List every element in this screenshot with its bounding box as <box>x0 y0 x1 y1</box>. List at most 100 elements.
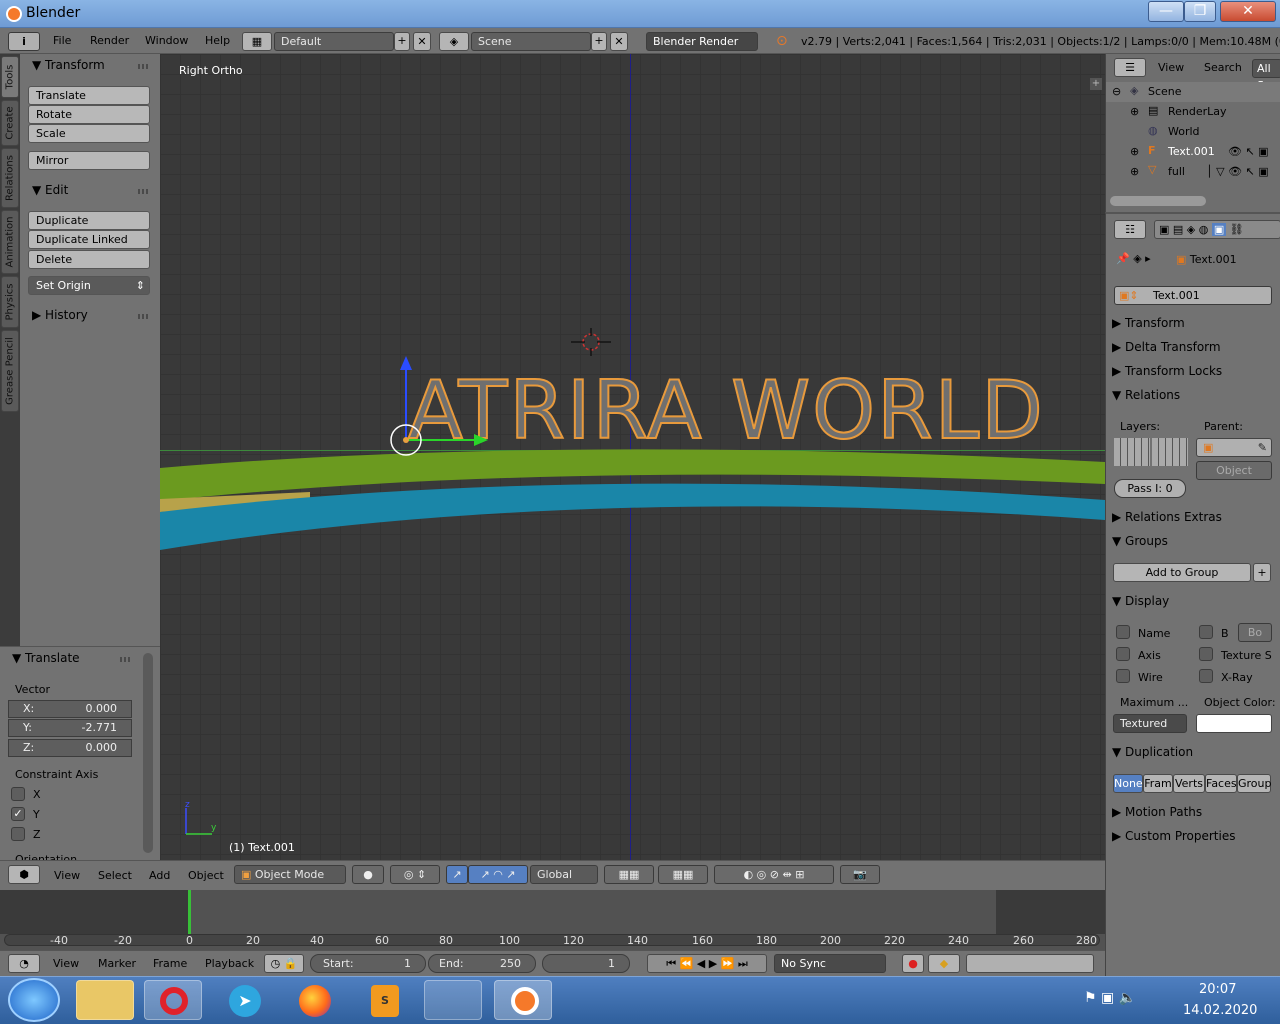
tab-grease-pencil[interactable]: Grease Pencil <box>1 330 19 412</box>
section-transform-locks[interactable]: ▶ Transform Locks <box>1112 364 1222 378</box>
tray-icons[interactable]: ⚑ ▣ 🔈 <box>1084 990 1136 1006</box>
vector-y-field[interactable]: Y: -2.771 <box>8 719 132 737</box>
object-name-field[interactable]: ▣⇕ Text.001 <box>1114 286 1272 305</box>
telegram-taskbar-icon[interactable]: ➤ <box>214 980 272 1020</box>
duplication-none[interactable]: None <box>1113 774 1143 793</box>
timeline-menu-marker[interactable]: Marker <box>98 957 136 970</box>
remove-scene-button[interactable]: ✕ <box>610 32 628 51</box>
add-to-group-button[interactable]: Add to Group <box>1113 563 1251 582</box>
constraint-z-checkbox[interactable] <box>11 827 25 841</box>
expand-icon[interactable]: ⊕ <box>1130 105 1139 118</box>
screen-layout-icon[interactable]: ▦ <box>242 32 272 51</box>
tab-animation[interactable]: Animation <box>1 210 19 274</box>
editor-type-properties-button[interactable]: ☷ <box>1114 220 1146 239</box>
duplication-faces[interactable]: Faces <box>1205 774 1237 793</box>
display-name-checkbox[interactable] <box>1116 625 1130 639</box>
tab-physics[interactable]: Physics <box>1 276 19 328</box>
parent-type-select[interactable]: Object <box>1196 461 1272 480</box>
keyframe-type-icon[interactable]: ◆ <box>928 954 960 973</box>
tab-create[interactable]: Create <box>1 100 19 146</box>
menu-window[interactable]: Window <box>145 34 188 47</box>
object-color-swatch[interactable] <box>1196 714 1272 733</box>
outliner-filter-select[interactable]: All S <box>1252 59 1280 92</box>
section-display[interactable]: ▼ Display <box>1112 594 1169 608</box>
menu-add[interactable]: Add <box>149 869 170 882</box>
section-groups[interactable]: ▼ Groups <box>1112 534 1168 548</box>
editor-type-3d-button[interactable]: ⬢ <box>8 865 40 884</box>
start-frame-field[interactable]: Start: 1 <box>310 954 426 973</box>
translate-panel-header[interactable]: ▼ Translate <box>12 651 80 665</box>
menu-select[interactable]: Select <box>98 869 132 882</box>
outliner-row-selected[interactable]: ⊕ F Text.001 👁 ↖ ▣ <box>1106 142 1280 162</box>
outliner-scrollbar[interactable] <box>1110 196 1206 206</box>
mode-select[interactable]: ▣ Object Mode <box>234 865 346 884</box>
duplication-group[interactable]: Group <box>1237 774 1272 793</box>
end-frame-field[interactable]: End: 250 <box>428 954 536 973</box>
playback-controls-icon[interactable]: ⏮ ⏪ ◀ ▶ ⏩ ⏭ <box>647 954 767 973</box>
tab-tools[interactable]: Tools <box>1 56 19 98</box>
menu-help[interactable]: Help <box>205 34 230 47</box>
panel-grip-icon[interactable] <box>138 189 150 194</box>
outliner-menu-view[interactable]: View <box>1158 61 1184 74</box>
pass-index-field[interactable]: Pass I: 0 <box>1114 479 1186 498</box>
history-panel-header[interactable]: ▶ History <box>32 308 88 322</box>
3d-cursor-icon[interactable] <box>571 328 611 356</box>
rotate-button[interactable]: Rotate <box>28 105 150 124</box>
translate-button[interactable]: Translate <box>28 86 150 105</box>
add-scene-button[interactable]: + <box>591 32 607 51</box>
collapse-icon[interactable]: ⊖ <box>1112 85 1121 98</box>
current-frame-field[interactable]: 1 <box>542 954 630 973</box>
clock-date[interactable]: 14.02.2020 <box>1183 1003 1257 1018</box>
expand-icon[interactable]: ⊕ <box>1130 165 1139 178</box>
editor-type-info-button[interactable]: i <box>8 32 40 51</box>
timeline-menu-view[interactable]: View <box>53 957 79 970</box>
preview-range-icon[interactable]: ◷ 🔒 <box>264 954 304 973</box>
network-tool-taskbar-icon[interactable] <box>424 980 482 1020</box>
transform-gizmo-icon[interactable] <box>388 354 498 458</box>
transform-orientation-select[interactable]: Global <box>530 865 598 884</box>
panel-grip-icon[interactable] <box>120 657 132 662</box>
keying-set-field[interactable] <box>966 954 1094 973</box>
vector-z-field[interactable]: Z: 0.000 <box>8 739 132 757</box>
scale-button[interactable]: Scale <box>28 124 150 143</box>
outliner-row[interactable]: ⊕ ▤ RenderLay <box>1106 102 1280 122</box>
menu-file[interactable]: File <box>53 34 71 47</box>
manipulator-toggle-icon[interactable]: ↗ <box>446 865 468 884</box>
render-engine-select[interactable]: Blender Render <box>646 32 758 51</box>
new-group-button[interactable]: + <box>1253 563 1271 582</box>
remove-screen-button[interactable]: ✕ <box>413 32 431 51</box>
duplication-frames[interactable]: Fram <box>1143 774 1173 793</box>
section-transform[interactable]: ▶ Transform <box>1112 316 1185 330</box>
outliner-row[interactable]: ⊖ ◈ Scene <box>1106 82 1280 102</box>
manipulator-modes-icon[interactable]: ↗ ◠ ↗ <box>468 865 528 884</box>
edit-panel-header[interactable]: ▼ Edit <box>32 183 68 197</box>
section-relations-extras[interactable]: ▶ Relations Extras <box>1112 510 1222 524</box>
menu-view[interactable]: View <box>54 869 80 882</box>
record-icon[interactable]: ● <box>902 954 924 973</box>
close-button[interactable]: ✕ <box>1220 1 1276 22</box>
layers-grid-b[interactable] <box>1152 438 1188 466</box>
visibility-eye-icon[interactable]: 👁 ↖ ▣ <box>1228 145 1269 158</box>
layers-grid-2[interactable]: ▦▦ <box>658 865 708 884</box>
section-duplication[interactable]: ▼ Duplication <box>1112 745 1193 759</box>
sublime-taskbar-icon[interactable]: S <box>354 980 412 1020</box>
blender-taskbar-icon[interactable] <box>494 980 552 1020</box>
menu-render[interactable]: Render <box>90 34 129 47</box>
bounds-type-select[interactable]: Bo <box>1238 623 1272 642</box>
add-screen-button[interactable]: + <box>394 32 410 51</box>
timeline-menu-frame[interactable]: Frame <box>153 957 187 970</box>
outliner-row[interactable]: ⊕ ▽ full │ ▽ 👁 ↖ ▣ <box>1106 162 1280 182</box>
properties-toggle-icon[interactable]: + <box>1090 78 1102 90</box>
pivot-point-button[interactable]: ◎ ⇕ <box>390 865 440 884</box>
firefox-taskbar-icon[interactable] <box>284 980 342 1020</box>
expand-icon[interactable]: ⊕ <box>1130 145 1139 158</box>
constraint-x-checkbox[interactable] <box>11 787 25 801</box>
maximize-button[interactable]: ❐ <box>1184 1 1216 22</box>
duplication-verts[interactable]: Verts <box>1173 774 1205 793</box>
layers-grid-a[interactable] <box>1114 438 1150 466</box>
clock-time[interactable]: 20:07 <box>1199 982 1236 997</box>
section-relations[interactable]: ▼ Relations <box>1112 388 1180 402</box>
transform-panel-header[interactable]: ▼ Transform <box>32 58 105 72</box>
pin-icon[interactable]: 📌 ◈ ▸ <box>1116 252 1151 265</box>
panel-grip-icon[interactable] <box>138 314 150 319</box>
